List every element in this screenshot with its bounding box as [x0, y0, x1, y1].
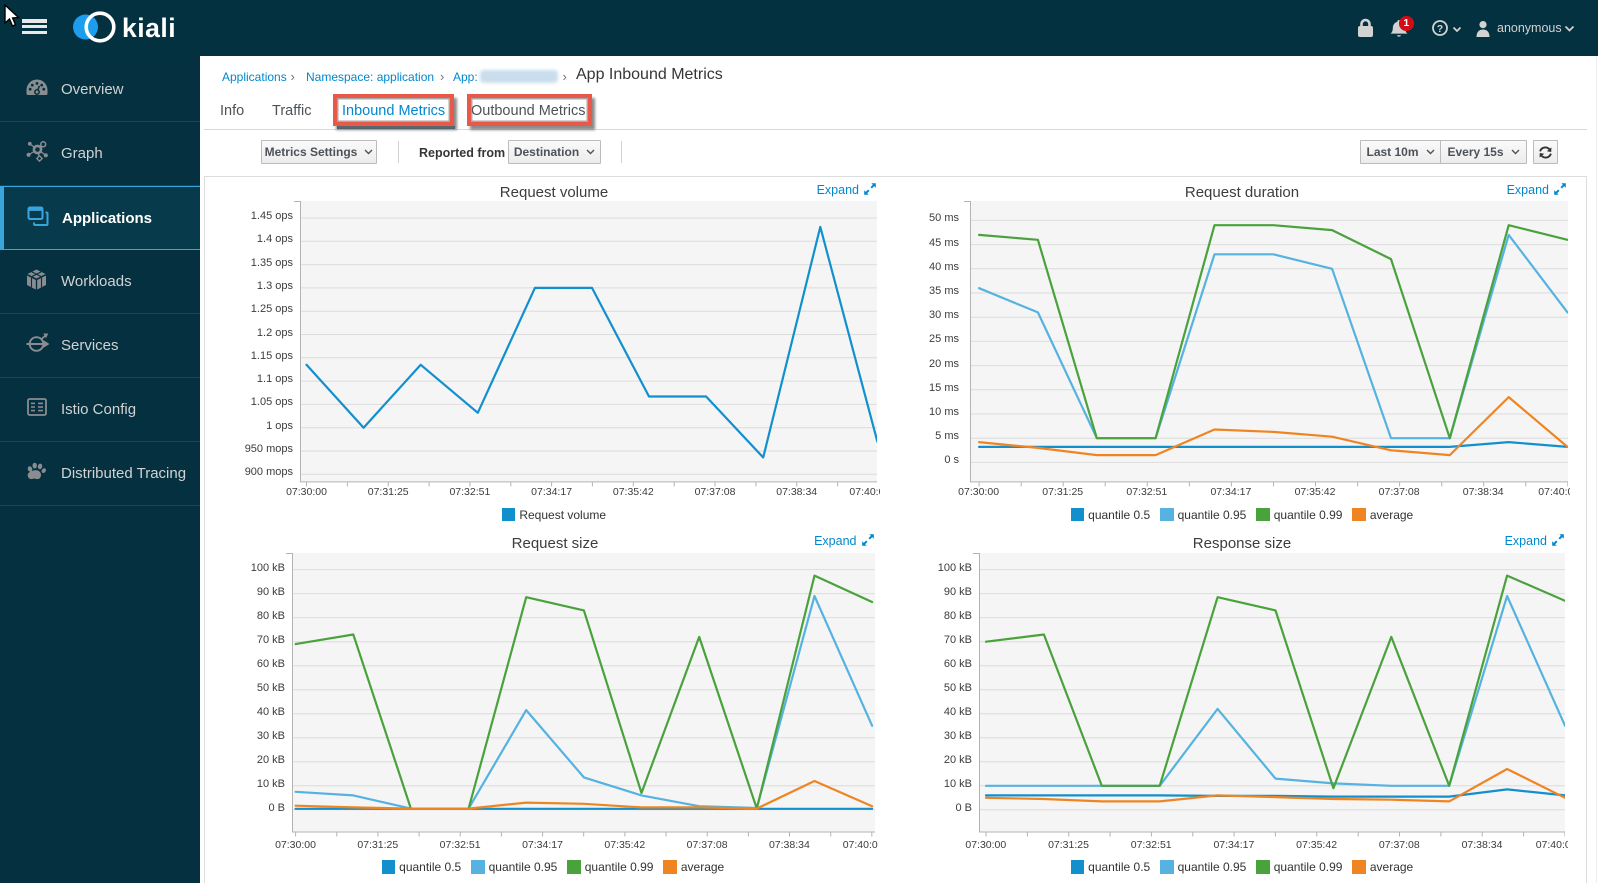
svg-text:?: ?: [1437, 23, 1443, 35]
svg-text:kiali: kiali: [122, 13, 176, 43]
